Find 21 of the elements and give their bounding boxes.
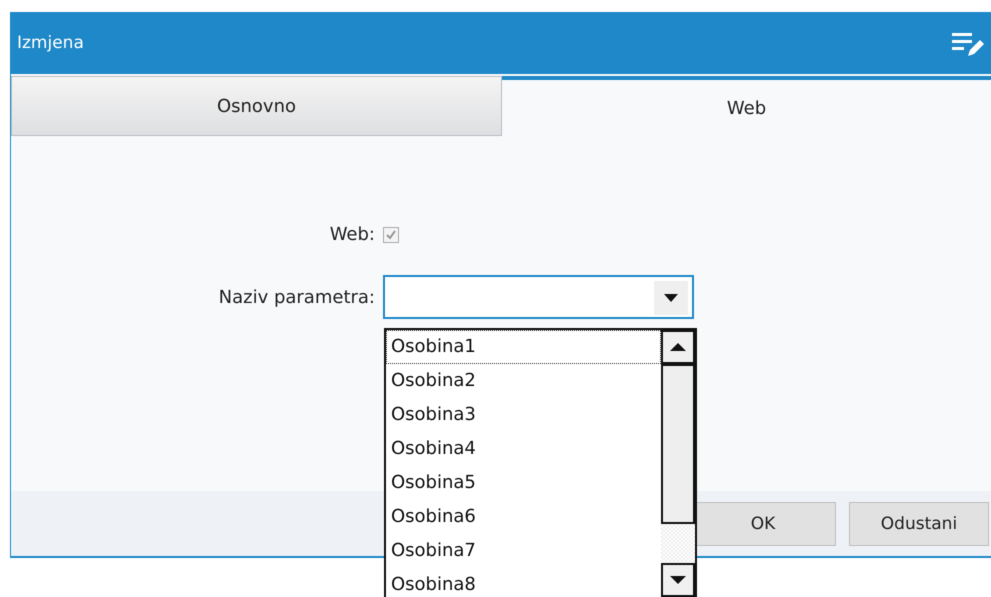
caret-up-icon [669, 342, 687, 352]
list-option[interactable]: Osobina2 [386, 364, 661, 398]
cancel-button[interactable]: Odustani [849, 502, 989, 546]
list-option[interactable]: Osobina5 [386, 466, 661, 500]
caret-down-icon [669, 575, 687, 585]
list-option[interactable]: Osobina8 [386, 568, 661, 597]
window-title: Izmjena [17, 33, 84, 53]
list-option[interactable]: Osobina1 [386, 330, 661, 364]
list-option[interactable]: Osobina4 [386, 432, 661, 466]
list-option[interactable]: Osobina3 [386, 398, 661, 432]
field-label: Web: [330, 224, 375, 245]
field-label: Naziv parametra: [218, 286, 375, 308]
dropdown-field[interactable] [383, 275, 694, 319]
scroll-down-button[interactable] [661, 563, 695, 597]
scrollbar[interactable] [661, 330, 695, 597]
scroll-up-button[interactable] [661, 330, 695, 364]
caret-down-icon[interactable] [664, 294, 678, 302]
list-option[interactable]: Osobina7 [386, 534, 661, 568]
list-option[interactable]: Osobina6 [386, 500, 661, 534]
scroll-thumb[interactable] [661, 364, 695, 524]
tab[interactable]: Osnovno [11, 76, 502, 136]
